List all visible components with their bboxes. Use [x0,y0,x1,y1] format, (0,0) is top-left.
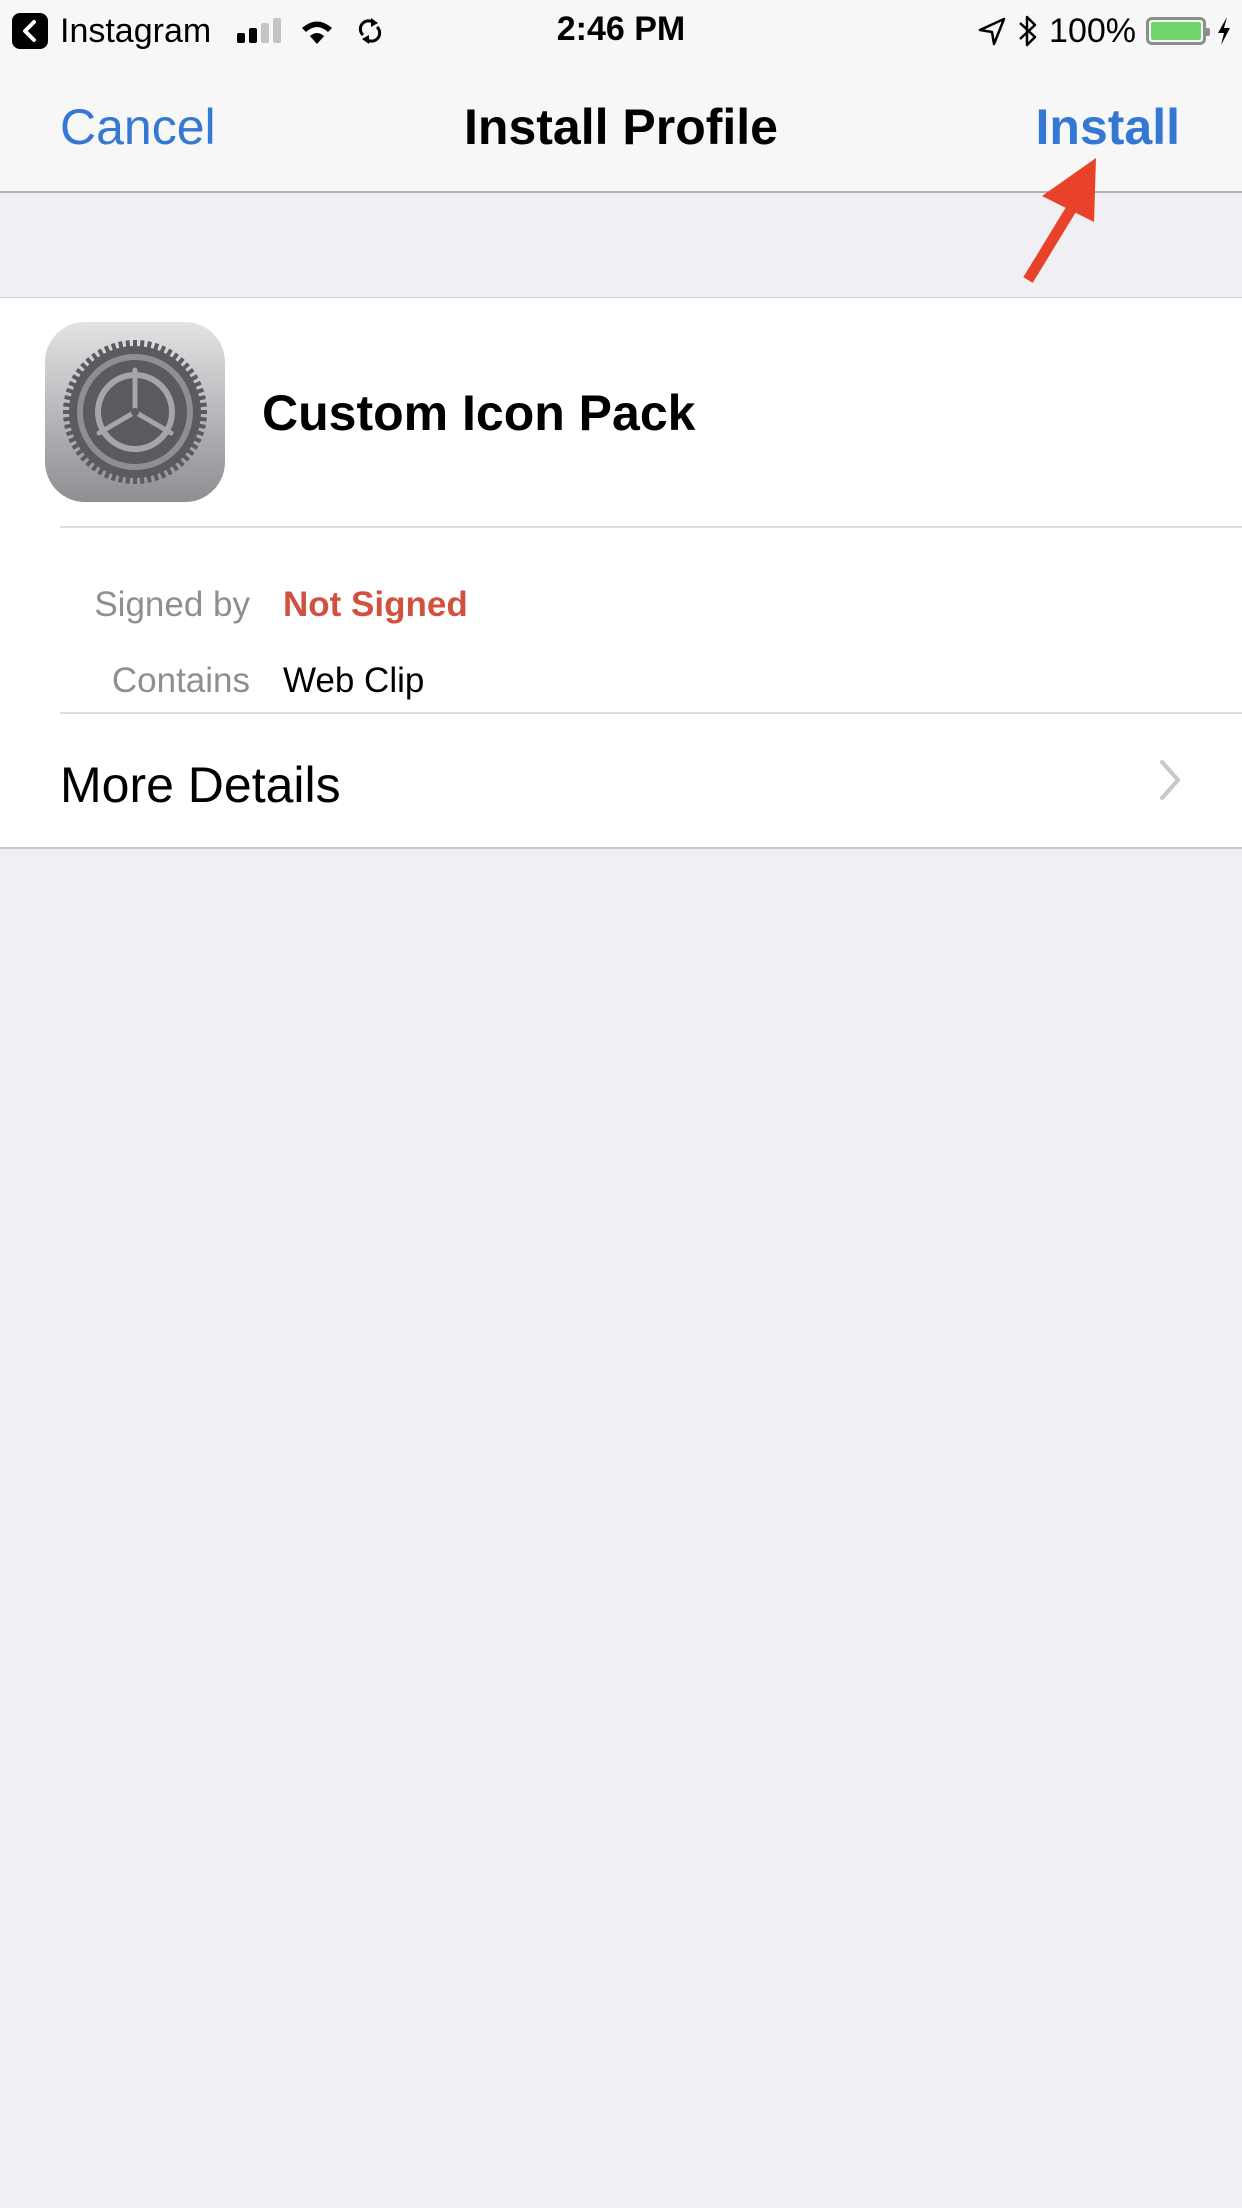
annotation-arrow-icon [1023,158,1096,283]
signed-by-value: Not Signed [283,585,468,624]
wifi-icon [302,21,333,44]
status-bar-right: 100% [977,12,1232,50]
cancel-button[interactable]: Cancel [60,98,216,156]
battery-fill [1151,22,1201,40]
chevron-right-icon [1160,760,1180,800]
signal-icon [237,18,282,43]
profile-name: Custom Icon Pack [262,385,696,441]
install-button[interactable]: Install [1036,98,1180,156]
more-details-label: More Details [60,757,341,813]
more-details-row[interactable]: More Details [0,714,1242,847]
settings-gear-icon [45,322,225,502]
profile-card: Custom Icon Pack Signed by Not Signed Co… [0,297,1242,849]
battery-icon [1146,17,1210,45]
battery-percent: 100% [1049,11,1136,50]
contains-value: Web Clip [283,661,425,700]
contains-label: Contains [111,661,250,700]
divider [60,526,1242,528]
back-app-label[interactable]: Instagram [60,12,211,51]
bluetooth-icon [1019,15,1037,47]
status-bar: Instagram 2:46 PM 100% [0,0,1242,62]
sync-icon [359,18,382,44]
back-chevron-icon [23,20,36,42]
status-bar-left: Instagram [12,12,383,50]
charging-icon [1218,17,1230,45]
back-to-app-button[interactable] [12,13,48,49]
signed-by-label: Signed by [94,585,250,624]
location-icon [978,17,1006,46]
